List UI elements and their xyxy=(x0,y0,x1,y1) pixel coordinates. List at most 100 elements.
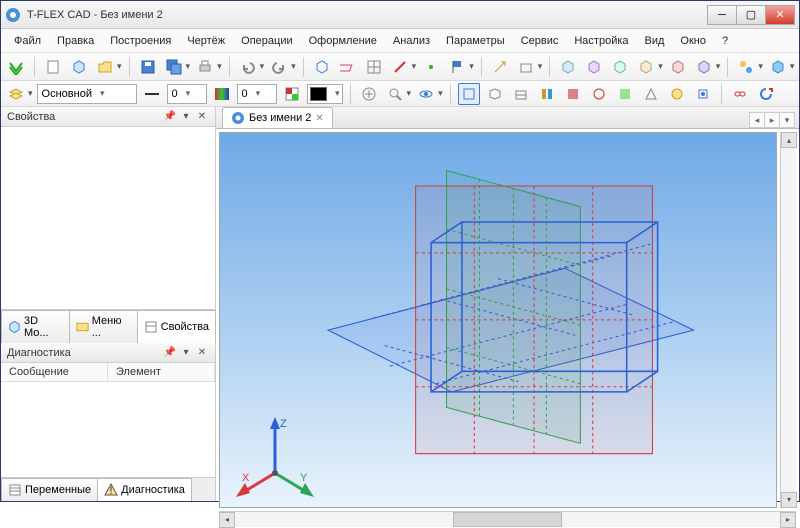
diag-menu-icon[interactable]: ▾ xyxy=(179,346,193,360)
undo-dropdown[interactable]: ▾ xyxy=(260,61,265,72)
flag-dropdown[interactable]: ▾ xyxy=(469,61,474,72)
mode-8-icon[interactable] xyxy=(640,83,662,105)
mode-10-icon[interactable] xyxy=(692,83,714,105)
tab-3d-model[interactable]: 3D Мо... xyxy=(1,310,70,343)
tool-cube-icon[interactable] xyxy=(311,56,333,78)
print-dropdown[interactable]: ▾ xyxy=(217,61,222,72)
save-all-icon[interactable] xyxy=(163,56,185,78)
menu-constructions[interactable]: Построения xyxy=(103,32,178,50)
mode-3-icon[interactable] xyxy=(510,83,532,105)
menu-view[interactable]: Вид xyxy=(638,32,672,50)
tool-sketch-icon[interactable] xyxy=(389,56,411,78)
tool-plane-icon[interactable] xyxy=(337,56,359,78)
tab-menu[interactable]: Меню ... xyxy=(69,310,138,343)
scroll-right-icon[interactable]: ▸ xyxy=(780,512,796,528)
redo-dropdown[interactable]: ▾ xyxy=(291,61,296,72)
color-index-combo[interactable]: 0 ▾ xyxy=(237,84,277,104)
solid-3-icon[interactable] xyxy=(609,56,631,78)
document-tab-close-icon[interactable]: ✕ xyxy=(315,113,323,124)
view-pan-icon[interactable] xyxy=(358,83,380,105)
diag-close-icon[interactable]: ✕ xyxy=(195,346,209,360)
close-button[interactable]: ✕ xyxy=(765,5,795,25)
undo-icon[interactable] xyxy=(237,56,259,78)
tool-point-icon[interactable] xyxy=(420,56,442,78)
scroll-up-icon[interactable]: ▴ xyxy=(781,132,797,148)
tabs-scroll-left[interactable]: ◂ xyxy=(749,112,765,128)
menu-analysis[interactable]: Анализ xyxy=(386,32,437,50)
color-swatch-combo[interactable]: ▾ xyxy=(307,84,343,104)
layers-dropdown[interactable]: ▾ xyxy=(28,88,33,99)
sketch-dropdown[interactable]: ▾ xyxy=(412,61,417,72)
tabs-menu[interactable]: ▾ xyxy=(779,112,795,128)
tabs-scroll-right[interactable]: ▸ xyxy=(764,112,780,128)
document-tab[interactable]: Без имени 2 ✕ xyxy=(222,107,333,128)
menu-help[interactable]: ? xyxy=(715,32,735,50)
mode-5-icon[interactable] xyxy=(562,83,584,105)
diag-col-element[interactable]: Элемент xyxy=(108,363,215,381)
mode-2-icon[interactable] xyxy=(484,83,506,105)
open-dropdown[interactable]: ▾ xyxy=(117,61,122,72)
pane-close-icon[interactable]: ✕ xyxy=(195,110,209,124)
tool-grid-icon[interactable] xyxy=(363,56,385,78)
pane-pin-icon[interactable]: 📌 xyxy=(163,110,177,124)
layers-icon[interactable] xyxy=(5,83,27,105)
menu-settings[interactable]: Настройка xyxy=(567,32,635,50)
open-icon[interactable] xyxy=(94,56,116,78)
box-dropdown[interactable]: ▾ xyxy=(538,61,543,72)
link-icon[interactable] xyxy=(729,83,751,105)
solid-4-icon[interactable] xyxy=(635,56,657,78)
apply-icon[interactable] xyxy=(5,56,27,78)
part-icon[interactable] xyxy=(767,56,789,78)
gradient-icon[interactable] xyxy=(211,83,233,105)
tab-properties[interactable]: Свойства xyxy=(137,310,216,343)
new-3d-icon[interactable] xyxy=(68,56,90,78)
solid-1-icon[interactable] xyxy=(557,56,579,78)
assembly-icon[interactable] xyxy=(735,56,757,78)
scroll-down-icon[interactable]: ▾ xyxy=(781,492,797,508)
solid-5-icon[interactable] xyxy=(667,56,689,78)
menu-parameters[interactable]: Параметры xyxy=(439,32,512,50)
view-zoom-icon[interactable] xyxy=(384,83,406,105)
part-dropdown[interactable]: ▾ xyxy=(790,61,795,72)
viewport-3d[interactable]: Z X Y xyxy=(219,132,777,508)
print-icon[interactable] xyxy=(194,56,216,78)
save-icon[interactable] xyxy=(137,56,159,78)
menu-edit[interactable]: Правка xyxy=(50,32,101,50)
pane-menu-icon[interactable]: ▾ xyxy=(179,110,193,124)
minimize-button[interactable]: ─ xyxy=(707,5,737,25)
menu-drawing[interactable]: Чертёж xyxy=(180,32,232,50)
menu-window[interactable]: Окно xyxy=(673,32,713,50)
maximize-button[interactable]: ▢ xyxy=(736,5,766,25)
diag-pin-icon[interactable]: 📌 xyxy=(163,346,177,360)
solid-6-icon[interactable] xyxy=(693,56,715,78)
menu-service[interactable]: Сервис xyxy=(514,32,566,50)
orbit-dropdown[interactable]: ▾ xyxy=(438,88,443,99)
mode-6-icon[interactable] xyxy=(588,83,610,105)
tab-variables[interactable]: Переменные xyxy=(1,478,98,501)
view-orbit-icon[interactable] xyxy=(415,83,437,105)
menu-file[interactable]: Файл xyxy=(7,32,48,50)
tab-diagnostics[interactable]: !Диагностика xyxy=(97,478,192,501)
mode-7-icon[interactable] xyxy=(614,83,636,105)
lineweight-combo[interactable]: 0 ▾ xyxy=(167,84,207,104)
vertical-scrollbar[interactable]: ▴ ▾ xyxy=(780,132,796,508)
mode-1-icon[interactable] xyxy=(458,83,480,105)
solid-2-icon[interactable] xyxy=(583,56,605,78)
tool-box-icon[interactable] xyxy=(515,56,537,78)
menu-design[interactable]: Оформление xyxy=(302,32,384,50)
layer-combo[interactable]: Основной ▾ xyxy=(37,84,137,104)
refresh-icon[interactable] xyxy=(755,83,777,105)
tool-flag-icon[interactable] xyxy=(446,56,468,78)
diag-col-message[interactable]: Сообщение xyxy=(1,363,108,381)
color-picker-icon[interactable] xyxy=(281,83,303,105)
menu-operations[interactable]: Операции xyxy=(234,32,299,50)
zoom-dropdown[interactable]: ▾ xyxy=(407,88,412,99)
mode-4-icon[interactable] xyxy=(536,83,558,105)
tool-arrow-icon[interactable] xyxy=(489,56,511,78)
mode-9-icon[interactable] xyxy=(666,83,688,105)
solid-dropdown[interactable]: ▾ xyxy=(658,61,663,72)
assembly-dropdown[interactable]: ▾ xyxy=(758,61,763,72)
scroll-left-icon[interactable]: ◂ xyxy=(219,512,235,528)
redo-icon[interactable] xyxy=(268,56,290,78)
linetype-icon[interactable] xyxy=(141,83,163,105)
